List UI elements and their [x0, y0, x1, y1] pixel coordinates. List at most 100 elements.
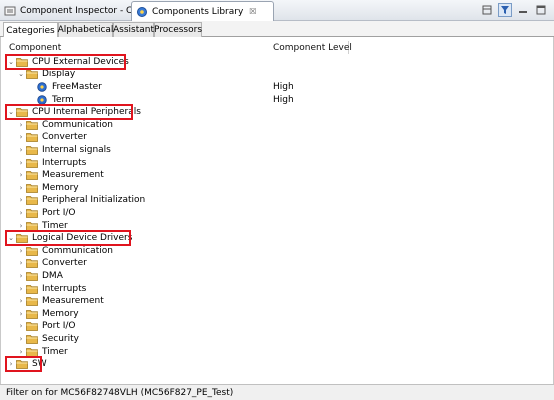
chevron-down-icon[interactable]: ⌄ [6, 58, 16, 66]
tree-item-label: Converter [42, 132, 87, 143]
tree-item-label: Port I/O [42, 321, 76, 332]
column-header-component[interactable]: Component [9, 43, 61, 55]
tree-folder-item[interactable]: › DMA [1, 270, 554, 283]
tab-assistant[interactable]: Assistant [113, 22, 154, 37]
tree-folder-item[interactable]: › Port I/O [1, 320, 554, 333]
chevron-right-icon[interactable]: › [16, 184, 26, 192]
chevron-right-icon[interactable]: › [16, 335, 26, 343]
minimize-icon[interactable] [516, 3, 530, 17]
tree-folder-item[interactable]: ⌄ Display [1, 68, 554, 81]
chevron-right-icon[interactable]: › [16, 209, 26, 217]
chevron-right-icon[interactable]: › [16, 133, 26, 141]
folder-icon [26, 309, 38, 319]
tree-component-item[interactable]: FreeMaster High [1, 81, 554, 94]
tree-folder-item[interactable]: › Internal signals [1, 144, 554, 157]
tab-component-inspector[interactable]: Component Inspector - Cpu [0, 1, 144, 21]
chevron-down-icon[interactable]: ⌄ [6, 234, 16, 242]
tree-item-label: SW [32, 359, 47, 370]
chevron-right-icon[interactable]: › [16, 297, 26, 305]
folder-icon [26, 158, 38, 168]
chevron-right-icon[interactable]: › [16, 247, 26, 255]
tree-component-item[interactable]: Term High [1, 93, 554, 106]
chevron-right-icon[interactable]: › [16, 310, 26, 318]
component-tree: Component Component Level ⌄ CPU External … [0, 37, 554, 384]
folder-icon [26, 195, 38, 206]
tree-item-label: Converter [42, 258, 87, 269]
tab-components-library[interactable]: Components Library ☒ [131, 1, 274, 21]
tree-folder-item[interactable]: ⌄ CPU Internal Peripherals [1, 106, 554, 119]
chevron-right-icon[interactable]: › [16, 222, 26, 230]
chevron-right-icon[interactable]: › [16, 146, 26, 154]
view-tab-bar: Component Inspector - Cpu Components Lib… [0, 0, 554, 21]
component-icon [36, 94, 48, 105]
tab-processors[interactable]: Processors [154, 22, 202, 37]
tree-folder-item[interactable]: › Timer [1, 219, 554, 232]
chevron-right-icon[interactable]: › [6, 360, 16, 368]
pin-icon[interactable] [480, 3, 494, 17]
tree-folder-item[interactable]: › Peripheral Initialization [1, 194, 554, 207]
tree-folder-item[interactable]: › Timer [1, 345, 554, 358]
tree-folder-item[interactable]: › Converter [1, 257, 554, 270]
status-text: Filter on for MC56F82748VLH (MC56F827_PE… [6, 387, 234, 398]
folder-icon [26, 246, 38, 256]
folder-icon [26, 208, 38, 218]
tree-item-label: Internal signals [42, 144, 111, 155]
tree-item-label: Peripheral Initialization [42, 195, 146, 206]
tree-folder-item[interactable]: ⌄ CPU External Devices [1, 56, 554, 69]
tree-folder-item[interactable]: › Measurement [1, 169, 554, 182]
tree-item-label: Timer [42, 220, 68, 231]
chevron-right-icon[interactable]: › [16, 171, 26, 179]
folder-icon [26, 69, 38, 80]
folder-icon [26, 321, 38, 332]
chevron-down-icon[interactable]: ⌄ [16, 70, 26, 78]
tree-folder-item[interactable]: › Measurement [1, 295, 554, 308]
chevron-down-icon[interactable]: ⌄ [6, 108, 16, 116]
tab-alphabetical[interactable]: Alphabetical [58, 22, 113, 37]
chevron-right-icon[interactable]: › [16, 348, 26, 356]
folder-icon [26, 145, 38, 155]
tree-item-label: Port I/O [42, 207, 76, 218]
chevron-right-icon[interactable]: › [16, 159, 26, 167]
tree-item-label: FreeMaster [52, 81, 102, 92]
tab-categories[interactable]: Categories [3, 22, 58, 38]
tree-folder-item[interactable]: › Converter [1, 131, 554, 144]
tree-folder-item[interactable]: › Interrupts [1, 156, 554, 169]
inspector-icon [4, 5, 16, 17]
folder-icon [16, 107, 28, 118]
maximize-icon[interactable] [534, 3, 548, 17]
chevron-right-icon[interactable]: › [16, 259, 26, 267]
tree-item-label: Measurement [42, 170, 104, 181]
filter-icon[interactable] [498, 3, 512, 17]
tree-item-label: DMA [42, 270, 63, 281]
tree-folder-item[interactable]: › Communication [1, 245, 554, 258]
tree-item-label: Measurement [42, 296, 104, 307]
tree-item-label: Interrupts [42, 157, 87, 168]
tree-item-label: Memory [42, 308, 79, 319]
library-icon [136, 6, 148, 18]
chevron-right-icon[interactable]: › [16, 285, 26, 293]
tree-folder-item[interactable]: › Security [1, 333, 554, 346]
folder-icon [26, 271, 38, 281]
tree-folder-item[interactable]: › Memory [1, 182, 554, 195]
tree-item-label: Interrupts [42, 283, 87, 294]
chevron-right-icon[interactable]: › [16, 196, 26, 204]
folder-icon [26, 284, 38, 294]
tree-folder-item[interactable]: › Interrupts [1, 282, 554, 295]
folder-icon [26, 347, 38, 357]
tree-item-label: Communication [42, 245, 113, 256]
close-icon[interactable]: ☒ [249, 7, 256, 16]
chevron-right-icon[interactable]: › [16, 322, 26, 330]
tree-folder-item[interactable]: › Port I/O [1, 207, 554, 220]
tree-folder-item[interactable]: › SW [1, 358, 554, 371]
folder-icon [16, 359, 28, 370]
tab-label: Component Inspector - Cpu [20, 6, 144, 16]
folder-icon [26, 183, 38, 193]
chevron-right-icon[interactable]: › [16, 272, 26, 280]
column-header-level[interactable]: Component Level [273, 43, 352, 55]
category-tabs: Categories Alphabetical Assistant Proces… [0, 21, 554, 38]
tree-folder-item[interactable]: ⌄ Logical Device Drivers [1, 232, 554, 245]
tree-folder-item[interactable]: › Communication [1, 119, 554, 132]
folder-icon [26, 170, 38, 181]
tree-folder-item[interactable]: › Memory [1, 308, 554, 321]
chevron-right-icon[interactable]: › [16, 121, 26, 129]
